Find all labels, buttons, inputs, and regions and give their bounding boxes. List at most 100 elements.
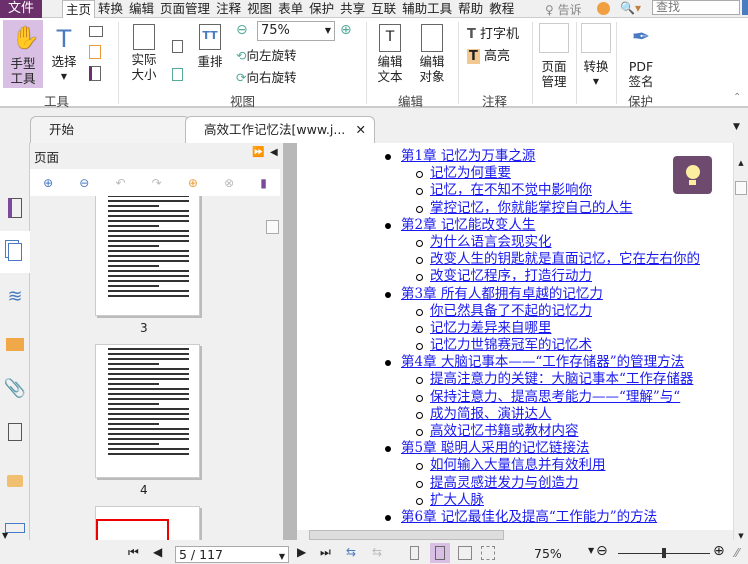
edit-object-button[interactable]: 编辑 对象 — [412, 24, 452, 84]
reflow-button[interactable]: TT 重排 — [195, 24, 225, 69]
select-button[interactable]: T 选择 ▼ — [48, 24, 80, 84]
page-thumbnail-3[interactable] — [95, 196, 200, 316]
first-page-button[interactable]: ⏮ — [128, 545, 139, 560]
zoom-out-button[interactable]: ⊖ — [596, 543, 608, 559]
menu-item[interactable]: 表单 — [275, 0, 306, 18]
toc-link[interactable]: 记忆，在不知不觉中影响你 — [430, 182, 592, 198]
toc-link[interactable]: 高效记忆书籍或教材内容 — [430, 423, 579, 439]
tab-start[interactable]: 开始 — [30, 116, 190, 143]
toc-link[interactable]: 第5章 聪明人采用的记忆链接法 — [401, 440, 589, 456]
previous-view-icon[interactable]: ⇆ — [346, 545, 356, 559]
facing-pages-icon[interactable] — [458, 546, 472, 560]
zoom-slider-handle[interactable] — [662, 548, 666, 558]
prev-page-button[interactable]: ◀ — [153, 545, 162, 559]
next-view-icon[interactable]: ⇆ — [372, 545, 382, 559]
toc-link[interactable]: 第3章 所有人都拥有卓越的记忆力 — [401, 286, 603, 302]
panel-scrollbar[interactable] — [265, 196, 280, 540]
security-lock-icon[interactable] — [0, 461, 30, 495]
page-thumbnail-4[interactable] — [95, 344, 200, 478]
toc-link[interactable]: 记忆力差异来自哪里 — [430, 320, 552, 336]
toc-link[interactable]: 如何输入大量信息并有效利用 — [430, 457, 606, 473]
menu-item[interactable]: 帮助 — [455, 0, 486, 18]
menu-item[interactable]: 编辑 — [126, 0, 157, 18]
toc-link[interactable]: 提高灵感迸发力与创造力 — [430, 475, 579, 491]
toc-link[interactable]: 扩大人脉 — [430, 492, 484, 508]
comments-icon[interactable] — [0, 327, 30, 361]
more-panels-icon[interactable]: ▼ — [2, 531, 8, 540]
scroll-thumb[interactable] — [735, 181, 747, 195]
highlight-button[interactable]: T 高亮 — [467, 45, 510, 64]
toc-link[interactable]: 你已然具备了不起的记忆力 — [430, 303, 592, 319]
resize-grip-icon[interactable]: ⁄⁄ — [735, 546, 739, 560]
pages-icon[interactable] — [0, 231, 30, 273]
zoom-out-icon[interactable]: ⊖ — [236, 22, 248, 38]
toc-link[interactable]: 保持注意力、提高思考能力——“理解”与“ — [430, 389, 680, 405]
horizontal-scrollbar[interactable] — [297, 530, 733, 540]
rotate-left-button[interactable]: ⟲向左旋转 — [236, 45, 297, 64]
tab-list-icon[interactable]: ▼ — [733, 122, 740, 132]
search-input[interactable]: 查找 — [652, 0, 740, 15]
rotate-page-left-icon[interactable]: ↶ — [115, 176, 125, 190]
toc-link[interactable]: 记忆为何重要 — [430, 165, 511, 181]
fit-page-icon[interactable] — [172, 68, 183, 81]
menu-item[interactable]: 辅助工具 — [399, 0, 455, 18]
zoom-in-button[interactable]: ⊕ — [713, 543, 725, 559]
pdf-sign-button[interactable]: ✒ PDF 签名 — [622, 23, 660, 89]
layers-icon[interactable]: ≋ — [0, 279, 30, 313]
zoom-out-page-icon[interactable]: ⊖ — [79, 176, 89, 190]
collapse-ribbon-icon[interactable]: ⌃ — [733, 92, 741, 103]
page-number-input[interactable]: 5 / 117 ▼ — [175, 546, 289, 563]
continuous-page-icon[interactable] — [430, 543, 450, 563]
signatures-icon[interactable] — [0, 415, 30, 449]
toc-link[interactable]: 掌控记忆，你就能掌控自己的人生 — [430, 200, 633, 216]
toc-link[interactable]: 为什么语言会现实化 — [430, 234, 552, 250]
search-options-icon[interactable]: 🔍▾ — [620, 1, 641, 15]
menu-item[interactable]: 注释 — [213, 0, 244, 18]
vertical-scrollbar[interactable]: ▲ ▼ — [733, 143, 748, 540]
close-tab-icon[interactable]: ✕ — [356, 117, 366, 143]
zoom-level[interactable]: 75% — [534, 546, 562, 561]
next-page-button[interactable]: ▶ — [297, 545, 306, 559]
feedback-icon[interactable] — [597, 2, 610, 15]
tip-button[interactable] — [673, 156, 712, 194]
search-button[interactable] — [742, 0, 748, 15]
single-page-icon[interactable] — [410, 546, 419, 560]
menu-item[interactable]: 页面管理 — [157, 0, 213, 18]
insert-page-icon[interactable]: ⊕ — [188, 176, 198, 190]
panel-collapse-icon[interactable]: ◀ — [270, 147, 278, 158]
toc-link[interactable]: 第1章 记忆为万事之源 — [401, 148, 535, 164]
continuous-facing-icon[interactable] — [481, 546, 495, 560]
tell-me[interactable]: ♀ 告诉 — [545, 1, 582, 18]
actual-size-button[interactable]: 实际 大小 — [128, 24, 160, 82]
panel-splitter[interactable] — [283, 143, 297, 540]
zoom-in-page-icon[interactable]: ⊕ — [43, 176, 53, 190]
toc-link[interactable]: 成为简报、演讲达人 — [430, 406, 552, 422]
last-page-button[interactable]: ⏭ — [320, 545, 331, 560]
zoom-dropdown-icon[interactable]: ▼ — [588, 546, 594, 555]
rotate-page-right-icon[interactable]: ↷ — [152, 176, 162, 190]
page-manage-button[interactable]: 页面 管理 — [536, 23, 572, 89]
typewriter-button[interactable]: T 打字机 — [467, 23, 519, 42]
menu-file[interactable]: 文件 — [0, 0, 42, 18]
edit-text-button[interactable]: T 编辑 文本 — [374, 24, 406, 84]
menu-item[interactable]: 主页 — [62, 0, 96, 18]
delete-page-icon[interactable]: ⊗ — [224, 176, 234, 190]
toc-link[interactable]: 第6章 记忆最佳化及提高“工作能力”的方法 — [401, 509, 657, 525]
convert-button[interactable]: 转换 ▼ — [580, 23, 612, 89]
panel-expand-icon[interactable]: ⏩ — [252, 147, 264, 158]
toc-link[interactable]: 第4章 大脑记事本——“工作存储器”的管理方法 — [401, 354, 684, 370]
toc-link[interactable]: 第2章 记忆能改变人生 — [401, 217, 535, 233]
rotate-right-button[interactable]: ⟳向右旋转 — [236, 67, 297, 86]
snapshot-icon[interactable] — [89, 26, 103, 37]
menu-item[interactable]: 视图 — [244, 0, 275, 18]
menu-item[interactable]: 转换 — [95, 0, 126, 18]
page-thumbnail-5[interactable] — [95, 506, 200, 540]
hscroll-thumb[interactable] — [309, 530, 504, 540]
toc-link[interactable]: 记忆力世锦赛冠军的记忆术 — [430, 337, 592, 353]
menu-item[interactable]: 保护 — [306, 0, 337, 18]
menu-item[interactable]: 互联 — [368, 0, 399, 18]
toc-link[interactable]: 改变人生的钥匙就是直面记忆，它在左右你的 — [430, 251, 700, 267]
tab-document[interactable]: 高效工作记忆法[www.j... ✕ — [185, 116, 375, 143]
fit-width-icon[interactable] — [172, 40, 183, 53]
attachments-icon[interactable]: 📎 — [0, 371, 30, 405]
